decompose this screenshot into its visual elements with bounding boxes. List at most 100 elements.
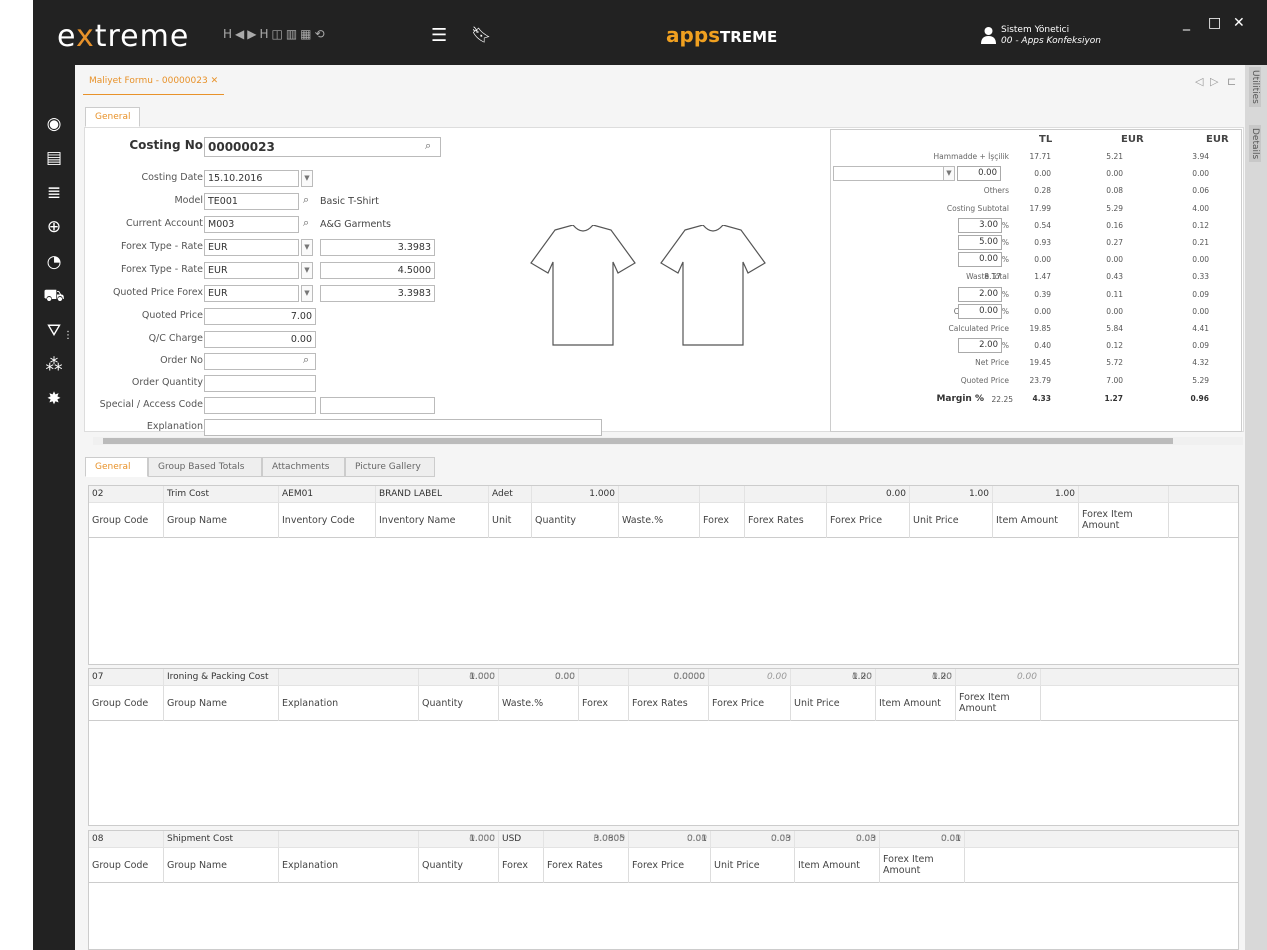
table-cell[interactable] (1079, 486, 1169, 503)
table-cell[interactable]: 0.00 (880, 831, 965, 848)
column-header[interactable]: Waste.% (499, 685, 579, 721)
forex1-dropdown-icon[interactable]: ▼ (301, 239, 313, 256)
order-search-icon[interactable]: ⌕ (303, 353, 309, 367)
column-header[interactable]: Group Code (89, 502, 164, 538)
details-tab[interactable]: Details (1249, 125, 1261, 163)
table-cell[interactable]: 0.00 (629, 831, 711, 848)
column-header[interactable]: Explanation (279, 685, 419, 721)
summary-field[interactable]: 5.00 (958, 235, 1002, 250)
column-header[interactable]: Forex Price (827, 502, 910, 538)
column-header[interactable]: Unit Price (910, 502, 993, 538)
pin-icon[interactable]: ⊏ (1227, 75, 1236, 88)
table-cell[interactable]: 1.000 (532, 486, 619, 503)
search-report-icon[interactable]: ⊕ (43, 216, 65, 238)
lower-tab[interactable]: General (85, 457, 148, 477)
model-search-icon[interactable]: ⌕ (303, 193, 309, 207)
utilities-tab[interactable]: Utilities (1249, 67, 1261, 107)
table-cell[interactable] (619, 486, 700, 503)
column-header[interactable]: Waste.% (619, 502, 700, 538)
lower-tab[interactable]: Attachments (262, 457, 345, 477)
lower-tab[interactable]: Picture Gallery (345, 457, 435, 477)
column-header[interactable]: Quantity (419, 685, 499, 721)
record-nav-icons[interactable]: H◀▶H◫▥▦⟲ (223, 27, 328, 41)
model-field[interactable]: TE001 (204, 193, 299, 210)
table-cell[interactable]: 0.00 (709, 669, 791, 686)
forex2-dropdown-icon[interactable]: ▼ (301, 262, 313, 279)
table-row[interactable]: 02 Trim Cost AEM01 BRAND LABEL Adet 1.000 0.00… (89, 486, 1238, 503)
table-cell[interactable]: 0.0000 (629, 669, 709, 686)
document-tab[interactable]: Maliyet Formu - 00000023 ✕ (83, 71, 225, 95)
account-search-icon[interactable]: ⌕ (303, 216, 309, 230)
column-header[interactable]: Forex Price (629, 847, 711, 883)
column-header[interactable]: Group Name (164, 847, 279, 883)
column-header[interactable]: Item Amount (876, 685, 956, 721)
column-header[interactable]: Group Name (164, 502, 279, 538)
summary-select[interactable] (833, 166, 945, 182)
quoted-forex-dropdown-icon[interactable]: ▼ (301, 285, 313, 302)
order-qty-field[interactable] (204, 375, 316, 392)
forex1-rate[interactable]: 3.3983 (320, 239, 435, 256)
next-icon[interactable]: ▷ (1210, 75, 1218, 88)
new-row[interactable]: 0.000 0.00 0.0000 0.00 0.00 0.00 0.00 (89, 669, 1238, 686)
summary-field[interactable]: 2.00 (958, 338, 1002, 354)
table-cell[interactable]: 0.00 (876, 669, 956, 686)
quoted-forex-rate[interactable]: 3.3983 (320, 285, 435, 302)
column-header[interactable]: Explanation (279, 847, 419, 883)
document-icon[interactable]: ▤ (43, 147, 65, 169)
summary-field[interactable]: 2.00 (958, 286, 1002, 302)
tab-general-top[interactable]: General (85, 107, 141, 127)
column-header[interactable]: Unit (489, 502, 532, 538)
column-header[interactable]: Inventory Name (376, 502, 489, 538)
table-cell[interactable]: 0.00 (956, 669, 1041, 686)
column-header[interactable]: Forex Item Amount (1079, 502, 1169, 538)
costing-date-dropdown-icon[interactable]: ▼ (301, 170, 313, 187)
costing-no-field[interactable]: 00000023 (204, 137, 441, 157)
forex2-rate[interactable]: 4.5000 (320, 262, 435, 279)
new-row[interactable]: 0.000 0.0000 0.00 0.00 0.00 0.00 (89, 831, 1238, 848)
column-header[interactable]: Quantity (419, 847, 499, 883)
lower-tab[interactable]: Group Based Totals (148, 457, 262, 477)
network-icon[interactable]: ⁂ (43, 354, 65, 376)
table-cell[interactable]: 0.000 (419, 831, 499, 848)
column-header[interactable]: Forex Item Amount (880, 847, 965, 883)
column-header[interactable]: Group Code (89, 685, 164, 721)
truck-icon[interactable]: ⛟ (43, 285, 65, 307)
forex1-field[interactable]: EUR (204, 239, 299, 256)
table-cell[interactable]: Adet (489, 486, 532, 503)
table-cell[interactable]: 0.000 (419, 669, 499, 686)
order-no-field[interactable] (204, 353, 316, 370)
list-icon[interactable]: ≣ (43, 182, 65, 204)
table-cell[interactable] (164, 831, 279, 848)
table-cell[interactable] (279, 831, 419, 848)
column-header[interactable]: Quantity (532, 502, 619, 538)
table-cell[interactable] (89, 669, 164, 686)
forex2-field[interactable]: EUR (204, 262, 299, 279)
scroll-thumb[interactable] (103, 438, 1173, 444)
table-cell[interactable]: Trim Cost (164, 486, 279, 503)
settings-icon[interactable]: ✸ (43, 388, 65, 410)
column-header[interactable]: Inventory Code (279, 502, 376, 538)
bookmark-icon[interactable]: 🔖︎ (471, 25, 491, 44)
table-cell[interactable] (579, 669, 629, 686)
column-header[interactable]: Forex Rates (629, 685, 709, 721)
table-cell[interactable]: 02 (89, 486, 164, 503)
table-cell[interactable] (700, 486, 745, 503)
column-header[interactable]: Unit Price (711, 847, 795, 883)
menu-icon[interactable]: ☰ (431, 25, 447, 46)
table-cell[interactable]: AEM01 (279, 486, 376, 503)
qc-field[interactable]: 0.00 (204, 331, 316, 348)
table-cell[interactable]: 0.0000 (544, 831, 629, 848)
column-header[interactable]: Item Amount (993, 502, 1079, 538)
table-cell[interactable] (89, 831, 164, 848)
summary-field[interactable]: 0.00 (958, 252, 1002, 268)
maximize-icon[interactable]: □ (1208, 15, 1221, 31)
column-header[interactable]: Forex (579, 685, 629, 721)
column-header[interactable]: Forex (700, 502, 745, 538)
table-cell[interactable]: 1.00 (910, 486, 993, 503)
summary-field[interactable]: 0.00 (958, 303, 1002, 319)
column-header[interactable]: Unit Price (791, 685, 876, 721)
special-field-2[interactable] (320, 397, 435, 414)
explanation-field[interactable] (204, 419, 602, 436)
column-header[interactable]: Forex Item Amount (956, 685, 1041, 721)
column-header[interactable]: Forex Price (709, 685, 791, 721)
